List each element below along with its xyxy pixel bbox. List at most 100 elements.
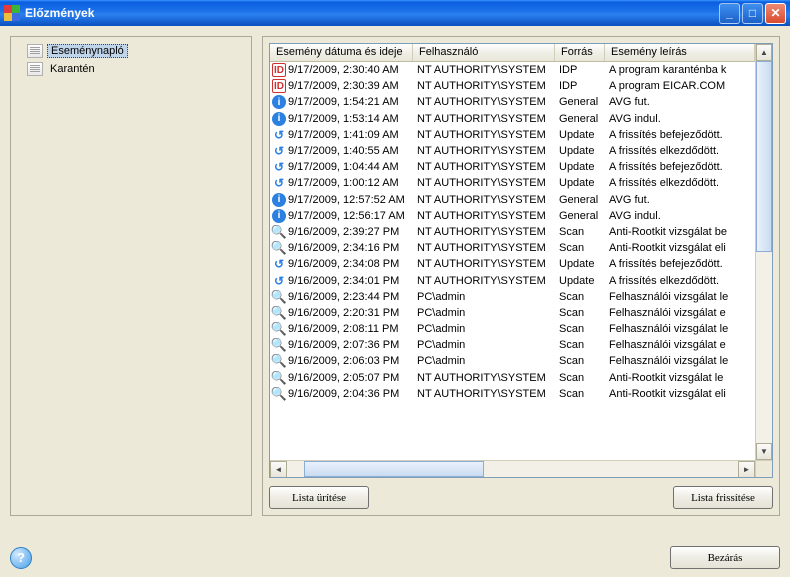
cell-date: 9/17/2009, 1:40:55 AM [288,145,399,157]
cell-user: NT AUTHORITY\SYSTEM [413,64,555,76]
cell-description: A frissítés befejeződött. [605,129,755,141]
info-icon: i [272,193,286,207]
scan-icon: 🔍 [272,322,286,336]
info-icon: i [272,95,286,109]
table-row[interactable]: ↺9/17/2009, 1:04:44 AMNT AUTHORITY\SYSTE… [270,159,755,175]
table-row[interactable]: ↺9/17/2009, 1:41:09 AMNT AUTHORITY\SYSTE… [270,127,755,143]
table-row[interactable]: 🔍9/16/2009, 2:23:44 PMPC\adminScanFelhas… [270,289,755,305]
cell-date: 9/17/2009, 1:00:12 AM [288,177,399,189]
vertical-scrollbar[interactable]: ▲ ▼ [755,44,772,460]
cell-description: A frissítés elkezdődött. [605,177,755,189]
scroll-up-button[interactable]: ▲ [756,44,772,61]
table-row[interactable]: ID9/17/2009, 2:30:39 AMNT AUTHORITY\SYST… [270,78,755,94]
table-row[interactable]: ↺9/16/2009, 2:34:08 PMNT AUTHORITY\SYSTE… [270,256,755,272]
cell-date: 9/16/2009, 2:34:01 PM [288,275,399,287]
cell-source: Update [555,275,605,287]
idp-icon: ID [272,63,286,77]
cell-user: NT AUTHORITY\SYSTEM [413,275,555,287]
scan-icon: 🔍 [272,241,286,255]
maximize-button[interactable]: □ [742,3,763,24]
horizontal-scrollbar[interactable]: ◄ ► [270,460,755,477]
cell-source: IDP [555,80,605,92]
scroll-right-button[interactable]: ► [738,461,755,478]
scan-icon: 🔍 [272,225,286,239]
cell-user: NT AUTHORITY\SYSTEM [413,96,555,108]
cell-source: IDP [555,64,605,76]
table-row[interactable]: ID9/17/2009, 2:30:40 AM NT AUTHORITY\SYST… [270,62,755,78]
table-row[interactable]: 🔍9/16/2009, 2:05:07 PMNT AUTHORITY\SYSTE… [270,370,755,386]
cell-user: NT AUTHORITY\SYSTEM [413,372,555,384]
scroll-left-button[interactable]: ◄ [270,461,287,478]
cell-date: 9/16/2009, 2:05:07 PM [288,372,399,384]
event-listview[interactable]: Esemény dátuma és ideje Felhasználó Forr… [269,43,773,478]
document-icon [27,44,43,58]
table-row[interactable]: i9/17/2009, 1:53:14 AMNT AUTHORITY\SYSTE… [270,111,755,127]
column-header-description[interactable]: Esemény leírás [605,44,755,61]
table-row[interactable]: 🔍9/16/2009, 2:39:27 PMNT AUTHORITY\SYSTE… [270,224,755,240]
cell-date: 9/17/2009, 1:41:09 AM [288,129,399,141]
cell-source: General [555,194,605,206]
navigation-tree: Eseménynapló Karantén [10,36,252,516]
column-header-source[interactable]: Forrás [555,44,605,61]
column-header-user[interactable]: Felhasználó [413,44,555,61]
empty-list-button[interactable]: Lista ürítése [269,486,369,509]
help-icon[interactable]: ? [10,547,32,569]
table-row[interactable]: 🔍9/16/2009, 2:34:16 PMNT AUTHORITY\SYSTE… [270,240,755,256]
cell-date: 9/16/2009, 2:04:36 PM [288,388,399,400]
cell-source: Scan [555,339,605,351]
update-icon: ↺ [272,176,286,190]
cell-source: General [555,113,605,125]
close-window-button[interactable]: ✕ [765,3,786,24]
cell-source: Scan [555,242,605,254]
idp-icon: ID [272,79,286,93]
tree-item-label: Eseménynapló [47,44,128,58]
table-row[interactable]: 🔍9/16/2009, 2:06:03 PMPC\adminScanFelhas… [270,353,755,369]
table-row[interactable]: ↺9/16/2009, 2:34:01 PMNT AUTHORITY\SYSTE… [270,272,755,288]
cell-date: 9/16/2009, 2:08:11 PM [288,323,399,335]
cell-date: 9/17/2009, 12:56:17 AM [288,210,405,222]
tree-item-1[interactable]: Karantén [17,61,245,77]
cell-description: Felhasználói vizsgálat e [605,339,755,351]
vertical-scroll-thumb[interactable] [756,61,772,252]
table-row[interactable]: ↺9/17/2009, 1:00:12 AMNT AUTHORITY\SYSTE… [270,175,755,191]
cell-description: Felhasználói vizsgálat e [605,307,755,319]
cell-source: Update [555,177,605,189]
cell-user: NT AUTHORITY\SYSTEM [413,145,555,157]
cell-description: A program EICAR.COM [605,80,755,92]
cell-user: NT AUTHORITY\SYSTEM [413,242,555,254]
close-button[interactable]: Bezárás [670,546,780,569]
cell-description: AVG fut. [605,194,755,206]
cell-date: 9/17/2009, 1:54:21 AM [288,96,399,108]
cell-user: NT AUTHORITY\SYSTEM [413,258,555,270]
scan-icon: 🔍 [272,290,286,304]
cell-date: 9/17/2009, 2:30:39 AM [288,80,399,92]
refresh-list-button[interactable]: Lista frissítése [673,486,773,509]
table-row[interactable]: 🔍9/16/2009, 2:20:31 PMPC\adminScanFelhas… [270,305,755,321]
cell-description: A program karanténba k [605,64,755,76]
horizontal-scroll-thumb[interactable] [304,461,484,477]
table-row[interactable]: 🔍9/16/2009, 2:08:11 PMPC\adminScanFelhas… [270,321,755,337]
cell-user: NT AUTHORITY\SYSTEM [413,226,555,238]
cell-user: NT AUTHORITY\SYSTEM [413,194,555,206]
table-row[interactable]: 🔍9/16/2009, 2:04:36 PMNT AUTHORITY\SYSTE… [270,386,755,402]
tree-item-0[interactable]: Eseménynapló [17,43,245,59]
cell-date: 9/17/2009, 2:30:40 AM [288,64,399,76]
table-row[interactable]: i9/17/2009, 1:54:21 AM NT AUTHORITY\SYSTE… [270,94,755,110]
table-row[interactable]: i9/17/2009, 12:57:52 AMNT AUTHORITY\SYST… [270,192,755,208]
minimize-button[interactable]: _ [719,3,740,24]
table-row[interactable]: 🔍9/16/2009, 2:07:36 PMPC\adminScanFelhas… [270,337,755,353]
table-row[interactable]: i9/17/2009, 12:56:17 AMNT AUTHORITY\SYST… [270,208,755,224]
scan-icon: 🔍 [272,354,286,368]
scan-icon: 🔍 [272,338,286,352]
cell-source: Scan [555,323,605,335]
cell-description: AVG indul. [605,210,755,222]
listview-header[interactable]: Esemény dátuma és ideje Felhasználó Forr… [270,44,755,62]
scroll-down-button[interactable]: ▼ [756,443,772,460]
cell-source: Scan [555,355,605,367]
cell-source: Scan [555,291,605,303]
column-header-date[interactable]: Esemény dátuma és ideje [270,44,413,61]
cell-user: PC\admin [413,291,555,303]
cell-date: 9/17/2009, 1:53:14 AM [288,113,399,125]
table-row[interactable]: ↺9/17/2009, 1:40:55 AMNT AUTHORITY\SYSTE… [270,143,755,159]
cell-description: Anti-Rootkit vizsgálat le [605,372,755,384]
